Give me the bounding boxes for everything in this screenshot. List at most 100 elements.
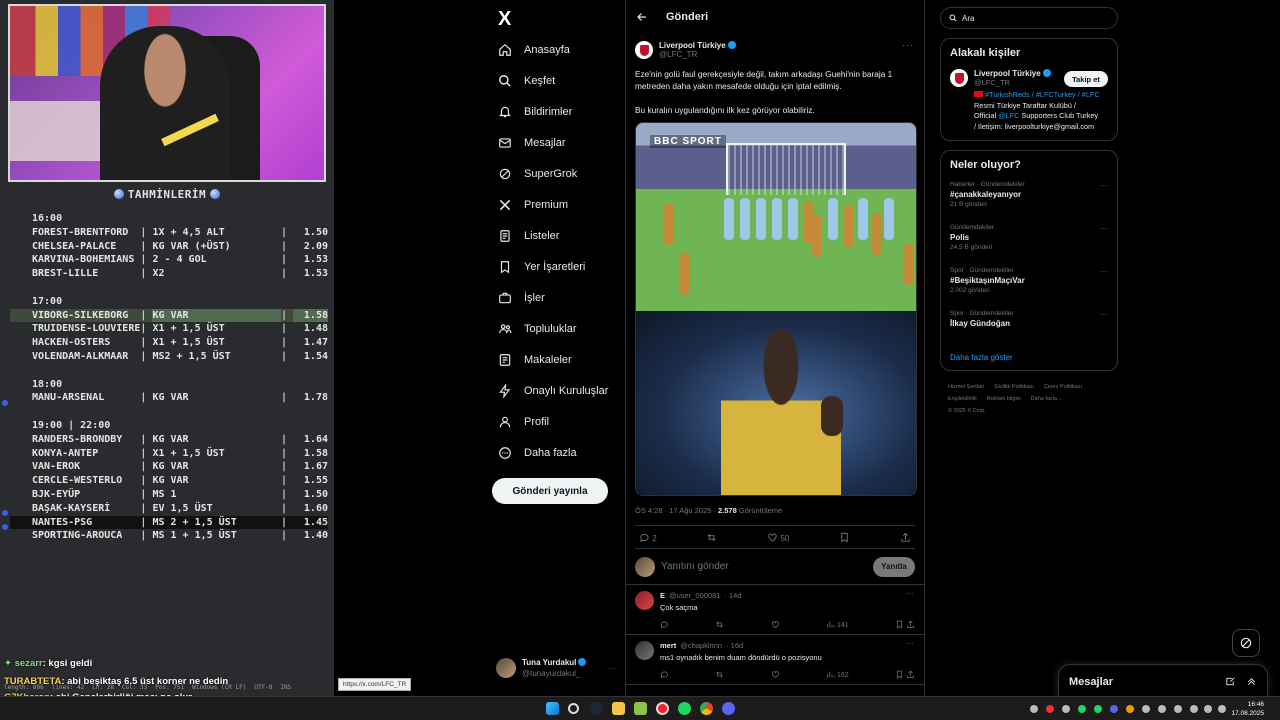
footer-link[interactable]: Erişilebilirlik [948, 396, 977, 402]
more-icon[interactable]: ··· [1100, 181, 1108, 190]
views-action[interactable]: 162 [826, 670, 849, 679]
tray-icon[interactable] [1126, 705, 1134, 713]
wifi-icon[interactable] [1190, 705, 1198, 713]
avatar[interactable] [635, 591, 654, 610]
search-icon[interactable] [568, 703, 579, 714]
chrome-icon[interactable] [700, 702, 713, 715]
spotify-icon[interactable] [678, 702, 691, 715]
reply-handle[interactable]: @user_000081 [669, 591, 720, 600]
repost-icon[interactable] [715, 670, 724, 679]
tray-icon[interactable] [1078, 705, 1086, 713]
nav-item-2[interactable]: Keşfet [498, 70, 555, 92]
more-icon[interactable]: ··· [902, 40, 914, 50]
nav-item-12[interactable]: Onaylı Kuruluşlar [498, 380, 608, 402]
more-icon[interactable]: ··· [906, 639, 914, 648]
battery-icon[interactable] [1218, 705, 1226, 713]
nav-item-13[interactable]: Profil [498, 411, 549, 433]
system-clock[interactable]: 16:46 17.08.2025 [1231, 700, 1264, 718]
chat-username[interactable]: sezarr [15, 658, 43, 669]
reply-author[interactable]: E [660, 591, 665, 600]
discord-icon[interactable] [722, 702, 735, 715]
tray-icon[interactable] [1062, 705, 1070, 713]
tray-icon[interactable] [1046, 705, 1054, 713]
relevant-name[interactable]: Liverpool Türkiye [974, 69, 1051, 78]
more-icon[interactable]: ··· [906, 589, 914, 598]
nav-item-7[interactable]: Listeler [498, 225, 559, 247]
nav-item-1[interactable]: Anasayfa [498, 39, 570, 61]
bookmark-icon[interactable] [895, 670, 904, 679]
views-action[interactable]: 141 [826, 620, 849, 629]
opera-icon[interactable] [656, 702, 669, 715]
reply-tweet[interactable]: mert @chapklnnn · 16d ··· ms1 oynadık benim … [626, 635, 924, 685]
heart-icon[interactable] [771, 670, 780, 679]
more-icon[interactable]: ··· [1100, 267, 1108, 276]
reply-input[interactable]: Yanıtını gönder [661, 561, 867, 572]
tray-icon[interactable] [1030, 705, 1038, 713]
folder-icon[interactable] [612, 702, 625, 715]
footer-link[interactable]: Daha fazla ... [1031, 396, 1063, 402]
nav-item-3[interactable]: Bildirimler [498, 101, 572, 123]
nav-item-8[interactable]: Yer İşaretleri [498, 256, 585, 278]
nav-item-5[interactable]: SuperGrok [498, 163, 577, 185]
reply-icon[interactable] [660, 670, 669, 679]
compose-message-icon[interactable] [1225, 676, 1236, 687]
x-logo[interactable]: X [498, 8, 511, 31]
tray-icon[interactable] [1142, 705, 1150, 713]
more-icon[interactable]: ··· [1100, 310, 1108, 319]
nav-item-11[interactable]: Makaleler [498, 349, 572, 371]
grok-button[interactable] [1232, 629, 1260, 657]
bookmark-icon[interactable] [895, 620, 904, 629]
tweet-media[interactable]: BBC SPORT [635, 122, 917, 496]
author-handle[interactable]: @LFC_TR [659, 50, 736, 59]
follow-button[interactable]: Takip et [1064, 71, 1108, 87]
share-icon[interactable] [906, 670, 915, 679]
chevron-up-icon[interactable] [1246, 676, 1257, 687]
footer-link[interactable]: Hizmet Şartları [948, 384, 984, 390]
nav-item-6[interactable]: Premium [498, 194, 568, 216]
volume-icon[interactable] [1204, 705, 1212, 713]
share-icon[interactable] [906, 620, 915, 629]
reply-author[interactable]: mert [660, 641, 676, 650]
more-icon[interactable]: ··· [1100, 224, 1108, 233]
windows-start-icon[interactable] [546, 702, 559, 715]
relevant-handle[interactable]: @LFC_TR [974, 78, 1051, 87]
reply-handle[interactable]: @chapklnnn [680, 641, 722, 650]
heart-icon[interactable] [771, 620, 780, 629]
reply-action[interactable]: 2 [639, 532, 657, 543]
nav-item-9[interactable]: İşler [498, 287, 545, 309]
show-more-link[interactable]: Daha fazla göster [950, 353, 1108, 362]
tray-icon[interactable] [1158, 705, 1166, 713]
reply-icon[interactable] [660, 620, 669, 629]
notepad-icon[interactable] [634, 702, 647, 715]
trend-item[interactable]: Haberler · Gündemdekiler #çanakkaleyanıyo… [950, 181, 1108, 224]
trend-item[interactable]: Gündemdekiler Polis 24,5 B gönderi ··· [950, 224, 1108, 267]
bookmark-action[interactable] [839, 532, 850, 543]
repost-action[interactable] [706, 532, 717, 543]
footer-link[interactable]: Gizlilik Politikası [994, 384, 1033, 390]
like-action[interactable]: 50 [767, 532, 789, 543]
trend-item[interactable]: Spor · Gündemdekiler İlkay Gündoğan ··· [950, 310, 1108, 353]
trend-item[interactable]: Spor · Gündemdekiler #BeşiktaşınMaçıVar 2.… [950, 267, 1108, 310]
share-action[interactable] [900, 532, 911, 543]
avatar[interactable] [635, 641, 654, 660]
repost-icon[interactable] [715, 620, 724, 629]
messages-drawer[interactable]: Mesajlar [1058, 664, 1268, 698]
back-arrow-icon[interactable] [636, 11, 648, 23]
nav-item-10[interactable]: Topluluklar [498, 318, 577, 340]
footer-link[interactable]: Reklam bilgisi [987, 396, 1021, 402]
footer-link[interactable]: Çerez Politikası [1044, 384, 1082, 390]
steam-icon[interactable] [590, 702, 603, 715]
search-input[interactable]: Ara [940, 7, 1118, 29]
tweet-author[interactable]: Liverpool Türkiye @LFC_TR [635, 38, 915, 62]
nav-item-14[interactable]: Daha fazla [498, 442, 577, 464]
nav-item-4[interactable]: Mesajlar [498, 132, 566, 154]
account-switcher[interactable]: Tuna Yurdakul @tunayurdakul_ ··· [496, 654, 616, 682]
footer-link[interactable]: © 2025 X Corp. [948, 408, 986, 414]
reply-tweet[interactable]: E @user_000081 · 14d ··· Çok saçma 141 [626, 585, 924, 635]
post-button[interactable]: Gönderi yayınla [492, 478, 608, 504]
author-name[interactable]: Liverpool Türkiye [659, 41, 726, 50]
reply-button[interactable]: Yanıtla [873, 556, 915, 577]
tray-icon[interactable] [1174, 705, 1182, 713]
tray-icon[interactable] [1110, 705, 1118, 713]
tray-icon[interactable] [1094, 705, 1102, 713]
